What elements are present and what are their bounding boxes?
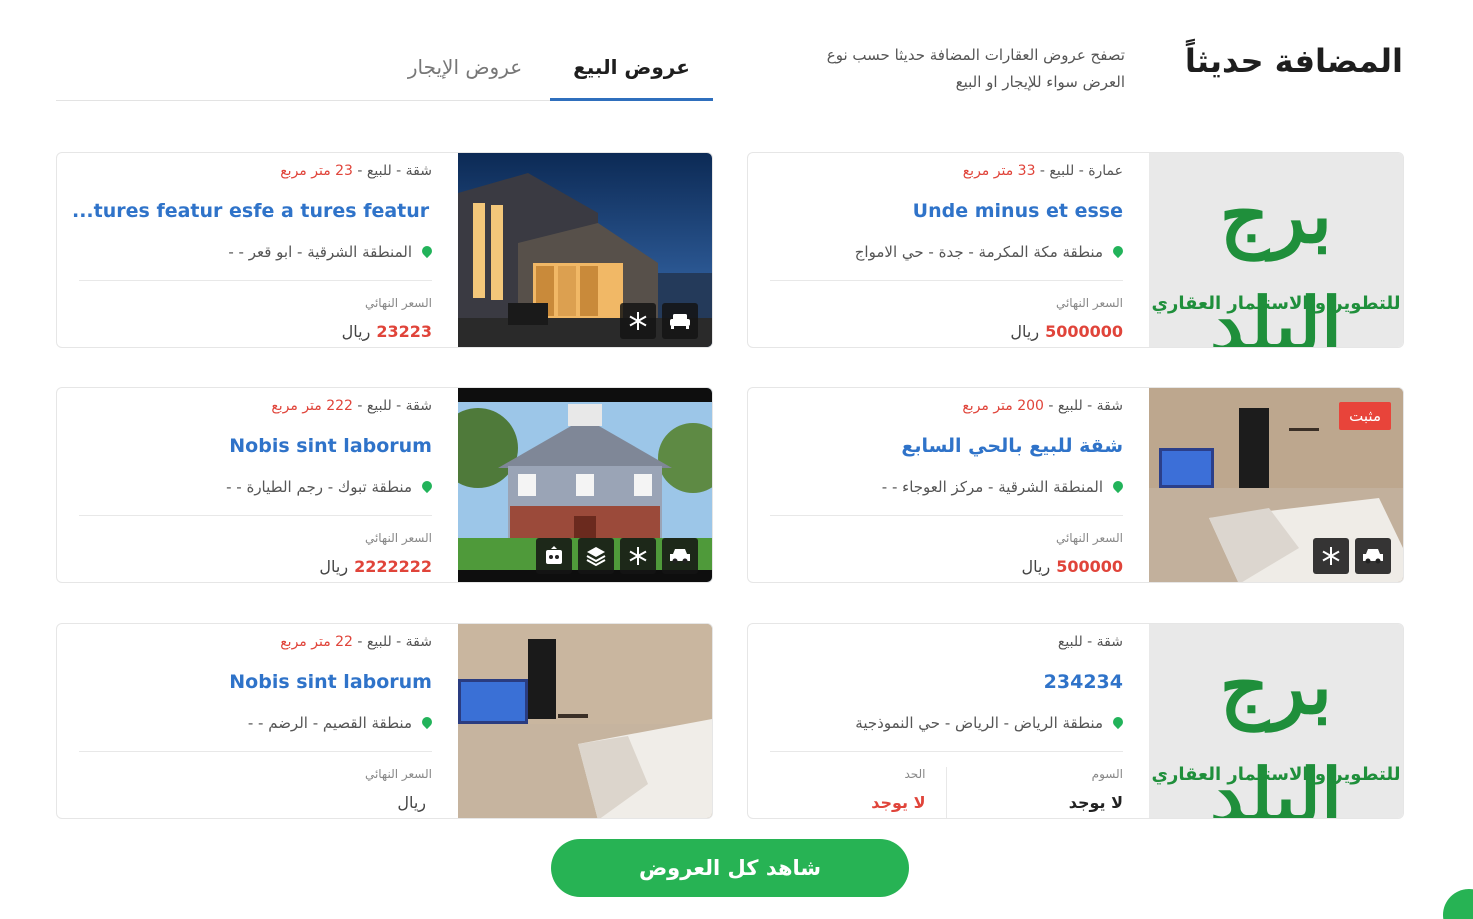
listing-price: 2222222ريال [319, 557, 432, 576]
listing-meta: شقة - للبيع - 22 متر مربع [280, 634, 432, 650]
listing-card[interactable]: برج البلد للتطوير و الاستثمار العقاري عم… [747, 152, 1404, 348]
limit-column: الحد لا يوجد [770, 767, 947, 818]
bid-label: السوم [1091, 767, 1123, 781]
company-logo-image: برج البلد للتطوير و الاستثمار العقاري [1149, 624, 1403, 819]
logo-tagline: للتطوير و الاستثمار العقاري [1151, 293, 1401, 314]
listing-price: ريال [397, 793, 426, 812]
ac-icon [1313, 538, 1349, 574]
listing-title[interactable]: 234234 [1044, 671, 1123, 693]
listing-image[interactable]: برج البلد للتطوير و الاستثمار العقاري [1149, 153, 1403, 348]
listing-title[interactable]: Unde minus et esse [913, 200, 1123, 222]
listing-price: 500000ريال [1021, 557, 1123, 576]
listing-title[interactable]: Nobis sint laborum [229, 435, 432, 457]
price-label: السعر النهائي [364, 531, 432, 545]
listing-meta: شقة - للبيع - 200 متر مربع [962, 398, 1123, 414]
logo-tagline: للتطوير و الاستثمار العقاري [1151, 764, 1401, 785]
limit-label: الحد [904, 767, 926, 781]
layers-icon [578, 538, 614, 574]
listing-location: منطقة مكة المكرمة - جدة - حي الامواج [855, 243, 1126, 261]
listing-location: المنطقة الشرقية - مركز العوجاء - - [882, 478, 1126, 496]
listing-title[interactable]: ...tures featur esfe a tures featur es [72, 200, 432, 222]
car-icon [662, 538, 698, 574]
price-label: السعر النهائي [364, 767, 432, 781]
company-logo-image: برج البلد للتطوير و الاستثمار العقاري [1149, 153, 1403, 348]
listing-area: 222 متر مربع [271, 398, 353, 414]
listing-meta: شقة - للبيع - 222 متر مربع [271, 398, 432, 414]
listing-card[interactable]: مثبت شقة - للبيع - 200 متر مربع شقة للبي… [747, 387, 1404, 583]
price-label: السعر النهائي [1055, 531, 1123, 545]
listing-area: 23 متر مربع [280, 163, 353, 179]
listing-title[interactable]: شقة للبيع بالحي السابع [901, 435, 1123, 457]
floating-action-button[interactable] [1443, 889, 1473, 919]
listing-price: 5000000ريال [1010, 322, 1123, 341]
bedroom-photo [458, 624, 712, 818]
bid-value: لا يوجد [1068, 793, 1123, 812]
car-icon [1355, 538, 1391, 574]
listing-meta: شقة - للبيع [1057, 634, 1123, 650]
tab-rent-offers[interactable]: عروض الإيجار [385, 50, 545, 101]
bid-column: السوم لا يوجد [947, 767, 1123, 818]
location-pin-icon [1110, 478, 1126, 494]
card-divider [79, 280, 432, 281]
section-title: المضافة حديثاً [1184, 42, 1403, 80]
listing-image[interactable]: برج البلد للتطوير و الاستثمار العقاري [1149, 624, 1403, 819]
listing-features: السوم لا يوجد الحد لا يوجد [770, 767, 1123, 818]
listing-location: منطقة الرياض - الرياض - حي النموذجية [855, 714, 1126, 732]
listing-image[interactable] [458, 153, 712, 347]
logo-name: برج البلد [1209, 171, 1343, 348]
location-pin-icon [1110, 243, 1126, 259]
listing-area: 200 متر مربع [962, 398, 1044, 414]
listing-area: 22 متر مربع [280, 634, 353, 650]
card-divider [79, 515, 432, 516]
view-all-offers-button[interactable]: شاهد كل العروض [551, 839, 909, 897]
ac-icon [620, 303, 656, 339]
sofa-icon [662, 303, 698, 339]
card-divider [770, 751, 1123, 752]
listing-price: 23223ريال [341, 322, 432, 341]
listing-area: 33 متر مربع [962, 163, 1036, 179]
listing-image[interactable] [458, 624, 712, 818]
card-divider [770, 515, 1123, 516]
section-subtitle: تصفح عروض العقارات المضافة حديثا حسب نوع… [826, 46, 1125, 91]
ac-icon [620, 538, 656, 574]
listing-location: منطقة تبوك - رجم الطيارة - - [226, 478, 435, 496]
card-divider [79, 751, 432, 752]
card-divider [770, 280, 1123, 281]
elevator-icon [536, 538, 572, 574]
limit-value: لا يوجد [871, 793, 926, 812]
listing-card[interactable]: شقة - للبيع - 222 متر مربع Nobis sint la… [56, 387, 713, 583]
listing-location: منطقة القصيم - الرضم - - [248, 714, 435, 732]
location-pin-icon [419, 478, 435, 494]
pinned-badge: مثبت [1339, 402, 1391, 430]
tab-sale-offers[interactable]: عروض البيع [550, 50, 713, 101]
listing-image[interactable]: مثبت [1149, 388, 1403, 582]
logo-name: برج البلد [1209, 642, 1343, 819]
listing-card[interactable]: شقة - للبيع - 22 متر مربع Nobis sint lab… [56, 623, 713, 819]
location-pin-icon [419, 243, 435, 259]
listing-meta: شقة - للبيع - 23 متر مربع [280, 163, 432, 179]
location-pin-icon [419, 714, 435, 730]
listing-title[interactable]: Nobis sint laborum [229, 671, 432, 693]
location-pin-icon [1110, 714, 1126, 730]
price-label: السعر النهائي [1055, 296, 1123, 310]
price-label: السعر النهائي [364, 296, 432, 310]
listing-card[interactable]: برج البلد للتطوير و الاستثمار العقاري شق… [747, 623, 1404, 819]
listing-image[interactable] [458, 388, 712, 582]
listing-location: المنطقة الشرقية - ابو قعر - - [228, 243, 435, 261]
listing-meta: عمارة - للبيع - 33 متر مربع [962, 163, 1123, 179]
listing-card[interactable]: شقة - للبيع - 23 متر مربع ...tures featu… [56, 152, 713, 348]
